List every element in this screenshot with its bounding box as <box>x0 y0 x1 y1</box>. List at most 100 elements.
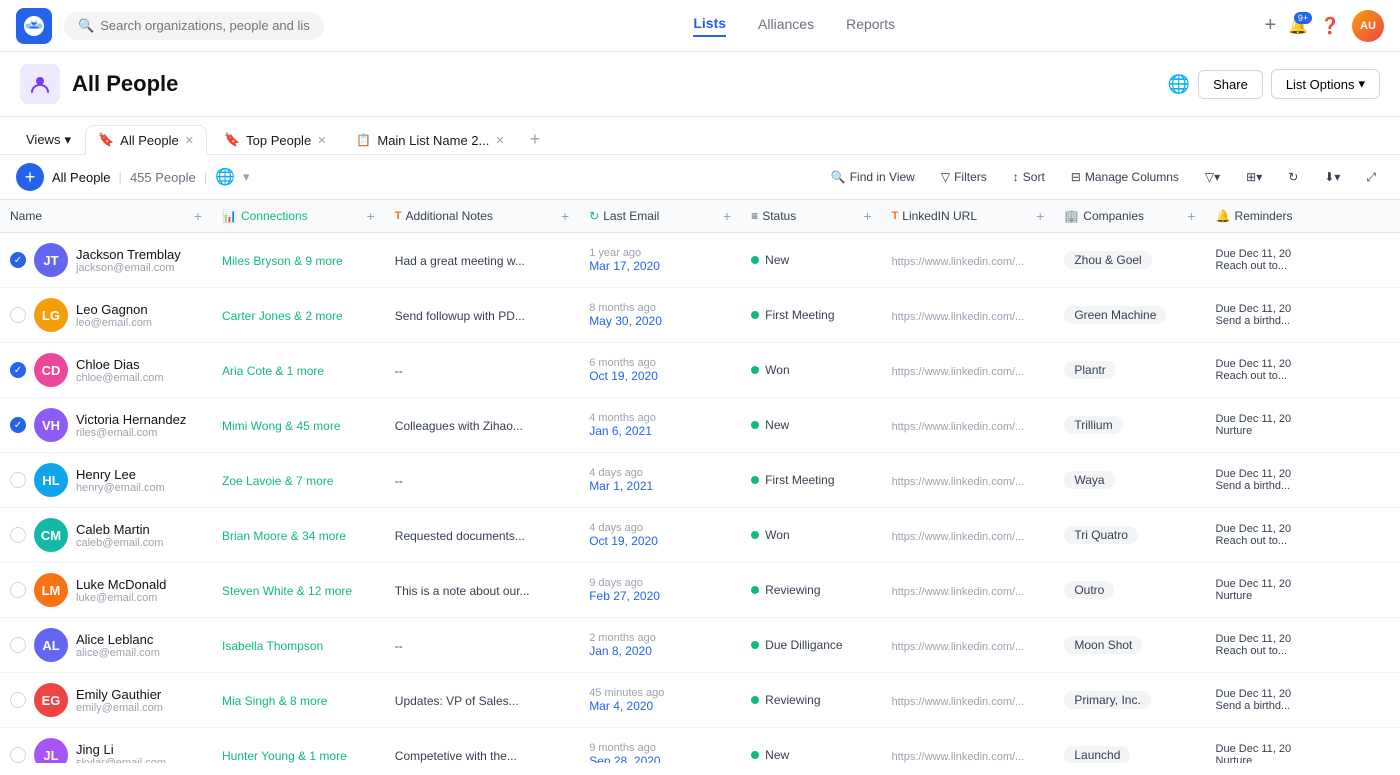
search-bar[interactable]: 🔍 <box>64 12 324 40</box>
sort-button[interactable]: ↕ Sort <box>1005 166 1053 188</box>
row-date-9[interactable]: Sep 28, 2020 <box>589 754 731 763</box>
row-linkedin-9[interactable]: https://www.linkedin.com/... <box>892 751 1025 763</box>
search-tool-icon: 🔍 <box>831 170 846 184</box>
reminder-cell-7: Due Dec 11, 20 Reach out to... <box>1206 618 1400 673</box>
row-checkbox-4[interactable] <box>10 472 26 488</box>
nav-lists[interactable]: Lists <box>693 15 726 37</box>
dropdown-icon[interactable]: ▾ <box>243 169 250 185</box>
add-tab-button[interactable]: + <box>522 125 549 154</box>
row-date-2[interactable]: Oct 19, 2020 <box>589 369 731 383</box>
row-connections-7[interactable]: Isabella Thompson <box>222 639 323 653</box>
row-date-7[interactable]: Jan 8, 2020 <box>589 644 731 658</box>
tab-close-main-list[interactable]: ✕ <box>495 134 504 147</box>
row-linkedin-6[interactable]: https://www.linkedin.com/... <box>892 586 1025 598</box>
row-linkedin-8[interactable]: https://www.linkedin.com/... <box>892 696 1025 708</box>
col-status-label: Status <box>762 209 796 223</box>
row-checkbox-6[interactable] <box>10 582 26 598</box>
user-avatar[interactable]: AU <box>1352 10 1384 42</box>
row-company-6[interactable]: Outro <box>1064 581 1114 599</box>
col-add-connections[interactable]: + <box>367 208 375 224</box>
col-add-name[interactable]: + <box>194 208 202 224</box>
row-connections-6[interactable]: Steven White & 12 more <box>222 584 352 598</box>
row-checkbox-3[interactable]: ✓ <box>10 417 26 433</box>
logo-icon[interactable] <box>16 8 52 44</box>
linkedin-cell-5: https://www.linkedin.com/... <box>882 508 1055 563</box>
row-checkbox-9[interactable] <box>10 747 26 763</box>
expand-button[interactable]: ⤢ <box>1358 166 1384 189</box>
refresh-button[interactable]: ↻ <box>1280 166 1306 188</box>
row-checkbox-1[interactable] <box>10 307 26 323</box>
row-connections-8[interactable]: Mia Singh & 8 more <box>222 694 327 708</box>
row-date-5[interactable]: Oct 19, 2020 <box>589 534 731 548</box>
row-connections-0[interactable]: Miles Bryson & 9 more <box>222 254 343 268</box>
row-connections-4[interactable]: Zoe Lavoie & 7 more <box>222 474 333 488</box>
col-add-email[interactable]: + <box>723 208 731 224</box>
search-input[interactable] <box>100 18 310 33</box>
row-date-0[interactable]: Mar 17, 2020 <box>589 259 731 273</box>
row-date-6[interactable]: Feb 27, 2020 <box>589 589 731 603</box>
grid-button[interactable]: ⊞▾ <box>1238 166 1270 188</box>
filters-button[interactable]: ▽ Filters <box>933 166 995 188</box>
add-button[interactable]: + <box>1264 14 1276 37</box>
tab-all-people[interactable]: 🔖 All People ✕ <box>85 125 207 155</box>
row-date-3[interactable]: Jan 6, 2021 <box>589 424 731 438</box>
row-connections-3[interactable]: Mimi Wong & 45 more <box>222 419 340 433</box>
row-company-5[interactable]: Tri Quatro <box>1064 526 1138 544</box>
nav-alliances[interactable]: Alliances <box>758 16 814 36</box>
share-button[interactable]: Share <box>1198 70 1263 99</box>
add-record-button[interactable]: + <box>16 163 44 191</box>
col-add-notes[interactable]: + <box>561 208 569 224</box>
row-connections-9[interactable]: Hunter Young & 1 more <box>222 749 347 763</box>
row-company-8[interactable]: Primary, Inc. <box>1064 691 1150 709</box>
filter-extra-button[interactable]: ▽▾ <box>1197 166 1228 188</box>
row-checkbox-0[interactable]: ✓ <box>10 252 26 268</box>
row-avatar-3: VH <box>34 408 68 442</box>
company-cell-2: Plantr <box>1054 343 1205 398</box>
row-company-2[interactable]: Plantr <box>1064 361 1115 379</box>
manage-columns-button[interactable]: ⊟ Manage Columns <box>1063 166 1187 188</box>
row-checkbox-5[interactable] <box>10 527 26 543</box>
row-company-4[interactable]: Waya <box>1064 471 1114 489</box>
row-time-ago-2: 6 months ago <box>589 357 731 369</box>
row-date-4[interactable]: Mar 1, 2021 <box>589 479 731 493</box>
find-in-view-button[interactable]: 🔍 Find in View <box>823 166 923 188</box>
row-linkedin-2[interactable]: https://www.linkedin.com/... <box>892 366 1025 378</box>
tab-close-all-people[interactable]: ✕ <box>185 134 194 147</box>
col-add-linkedin[interactable]: + <box>1036 208 1044 224</box>
row-checkbox-8[interactable] <box>10 692 26 708</box>
list-options-button[interactable]: List Options ▾ <box>1271 69 1380 99</box>
nav-reports[interactable]: Reports <box>846 16 895 36</box>
row-company-3[interactable]: Trillium <box>1064 416 1122 434</box>
row-connections-5[interactable]: Brian Moore & 34 more <box>222 529 346 543</box>
tab-top-people[interactable]: 🔖 Top People ✕ <box>211 125 339 155</box>
row-company-9[interactable]: Launchd <box>1064 746 1130 763</box>
row-date-8[interactable]: Mar 4, 2020 <box>589 699 731 713</box>
tab-close-top-people[interactable]: ✕ <box>317 134 326 147</box>
row-company-7[interactable]: Moon Shot <box>1064 636 1142 654</box>
col-add-companies[interactable]: + <box>1187 208 1195 224</box>
row-checkbox-7[interactable] <box>10 637 26 653</box>
help-button[interactable]: ❓ <box>1320 16 1340 36</box>
row-connections-2[interactable]: Aria Cote & 1 more <box>222 364 324 378</box>
row-connections-1[interactable]: Carter Jones & 2 more <box>222 309 343 323</box>
tab-main-list[interactable]: 📋 Main List Name 2... ✕ <box>343 126 517 155</box>
toolbar-count: 455 People <box>130 170 196 185</box>
globe-small-icon[interactable]: 🌐 <box>215 167 235 187</box>
row-linkedin-0[interactable]: https://www.linkedin.com/... <box>892 256 1025 268</box>
row-checkbox-2[interactable]: ✓ <box>10 362 26 378</box>
row-linkedin-3[interactable]: https://www.linkedin.com/... <box>892 421 1025 433</box>
download-button[interactable]: ⬇▾ <box>1316 166 1348 188</box>
col-add-status[interactable]: + <box>863 208 871 224</box>
row-linkedin-4[interactable]: https://www.linkedin.com/... <box>892 476 1025 488</box>
globe-button[interactable]: 🌐 <box>1168 74 1190 95</box>
views-button[interactable]: Views ▾ <box>16 126 81 154</box>
row-date-1[interactable]: May 30, 2020 <box>589 314 731 328</box>
row-company-0[interactable]: Zhou & Goel <box>1064 251 1151 269</box>
row-company-1[interactable]: Green Machine <box>1064 306 1166 324</box>
row-linkedin-5[interactable]: https://www.linkedin.com/... <box>892 531 1025 543</box>
notifications-button[interactable]: 🔔 9+ <box>1288 16 1308 36</box>
row-reminder-text-7: Reach out to... <box>1216 645 1390 657</box>
row-linkedin-1[interactable]: https://www.linkedin.com/... <box>892 311 1025 323</box>
row-email-0: jackson@email.com <box>76 262 181 274</box>
row-linkedin-7[interactable]: https://www.linkedin.com/... <box>892 641 1025 653</box>
